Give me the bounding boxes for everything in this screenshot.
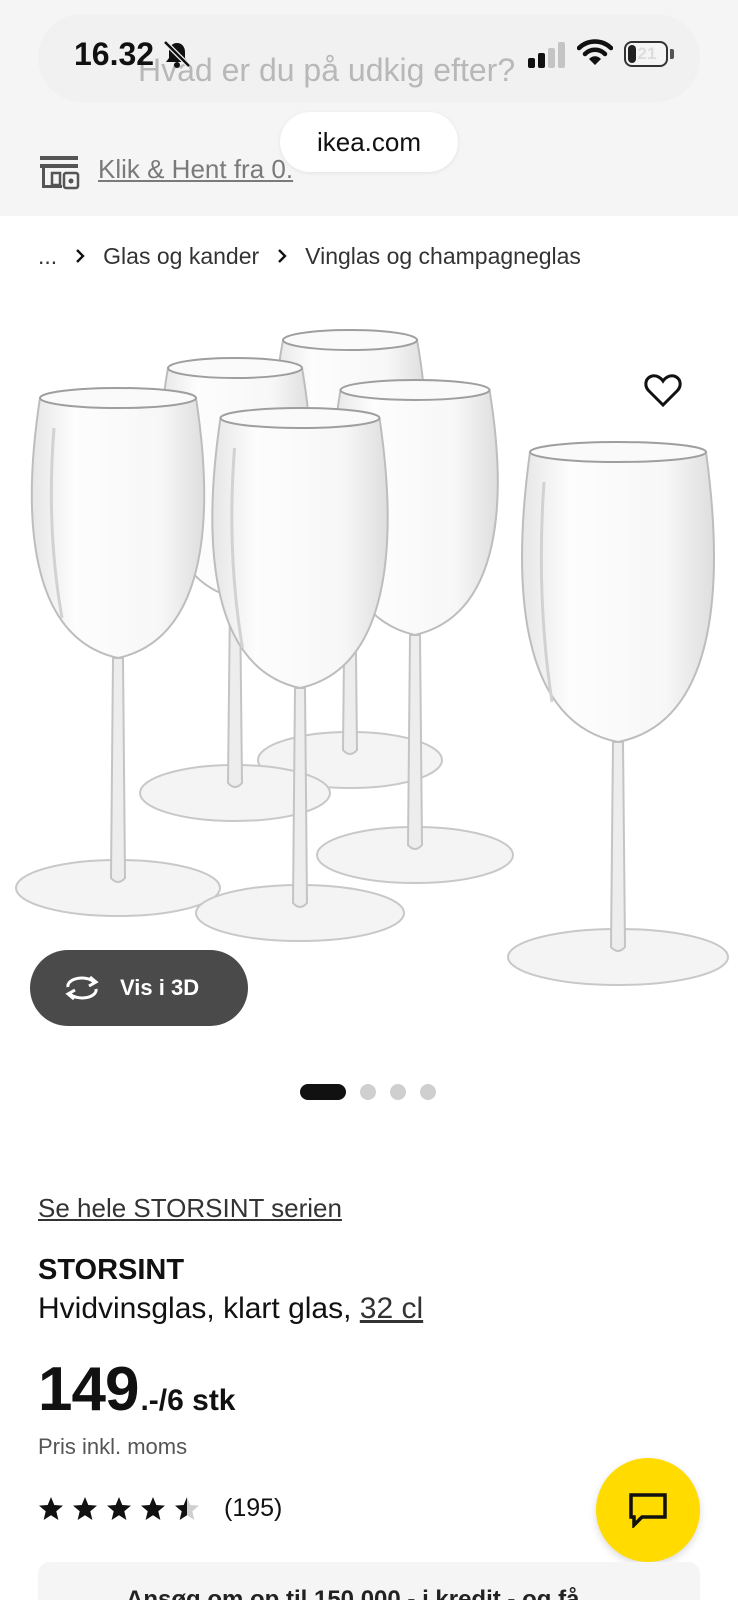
search-placeholder: Hvad er du på udkig efter? — [138, 52, 516, 88]
store-icon — [40, 156, 80, 190]
product-image[interactable] — [0, 320, 738, 1050]
wifi-icon — [577, 39, 613, 65]
price-note: Pris inkl. moms — [38, 1434, 188, 1459]
view-3d-label: Vis i 3D — [120, 975, 200, 1000]
product-size-link[interactable]: 32 cl — [360, 1292, 423, 1325]
chat-icon — [629, 1493, 667, 1528]
price-suffix: .-/6 stk — [140, 1384, 236, 1417]
rating-count: (195) — [224, 1494, 283, 1522]
rotate-3d-icon — [65, 975, 99, 1001]
product-description-text: Hvidvinsglas, klart glas, — [38, 1292, 360, 1325]
carousel-dot[interactable] — [420, 1084, 436, 1100]
wine-glass — [15, 387, 221, 917]
product-rating[interactable]: (195) — [38, 1494, 282, 1523]
wine-glass — [507, 441, 729, 986]
browser-url-pill[interactable]: ikea.com — [280, 112, 458, 172]
breadcrumb-item-glas-og-kander[interactable]: Glas og kander — [103, 243, 259, 270]
bell-slash-icon — [163, 40, 191, 68]
product-price: 149 .-/6 stk — [38, 1354, 236, 1425]
star-icon — [73, 1496, 97, 1520]
chat-button[interactable] — [596, 1458, 700, 1562]
chevron-right-icon — [278, 249, 287, 263]
view-3d-button[interactable]: Vis i 3D — [30, 950, 248, 1026]
breadcrumb: ... Glas og kander Vinglas og champagneg… — [38, 240, 581, 272]
product-description: Hvidvinsglas, klart glas, 32 cl — [38, 1292, 423, 1326]
credit-banner-text: Ansøg om op til 150.000,- i kredit - og … — [126, 1586, 580, 1600]
carousel-dot[interactable] — [360, 1084, 376, 1100]
product-name: STORSINT — [38, 1254, 185, 1286]
battery-icon: 21 — [624, 41, 674, 67]
breadcrumb-item-vinglas[interactable]: Vinglas og champagneglas — [305, 243, 581, 270]
signal-icon — [528, 42, 565, 68]
chevron-right-icon — [76, 249, 85, 263]
heart-icon[interactable] — [644, 372, 682, 408]
carousel-dot[interactable] — [300, 1084, 346, 1100]
price-value: 149 — [38, 1355, 139, 1424]
breadcrumb-item-ellipsis[interactable]: ... — [38, 243, 57, 270]
carousel-dots — [300, 1084, 450, 1100]
star-icon — [175, 1496, 199, 1520]
status-time: 16.32 — [74, 36, 155, 72]
star-icon — [141, 1496, 165, 1520]
click-collect-link[interactable]: Klik & Hent fra 0. — [98, 154, 293, 185]
credit-banner[interactable]: Ansøg om op til 150.000,- i kredit - og … — [38, 1562, 700, 1600]
top-header: Hvad er du på udkig efter? 16.32 21 — [0, 0, 738, 124]
series-link[interactable]: Se hele STORSINT serien — [38, 1193, 342, 1224]
star-icon — [39, 1496, 63, 1520]
battery-level: 21 — [637, 44, 657, 63]
star-icon — [107, 1496, 131, 1520]
carousel-dot[interactable] — [390, 1084, 406, 1100]
